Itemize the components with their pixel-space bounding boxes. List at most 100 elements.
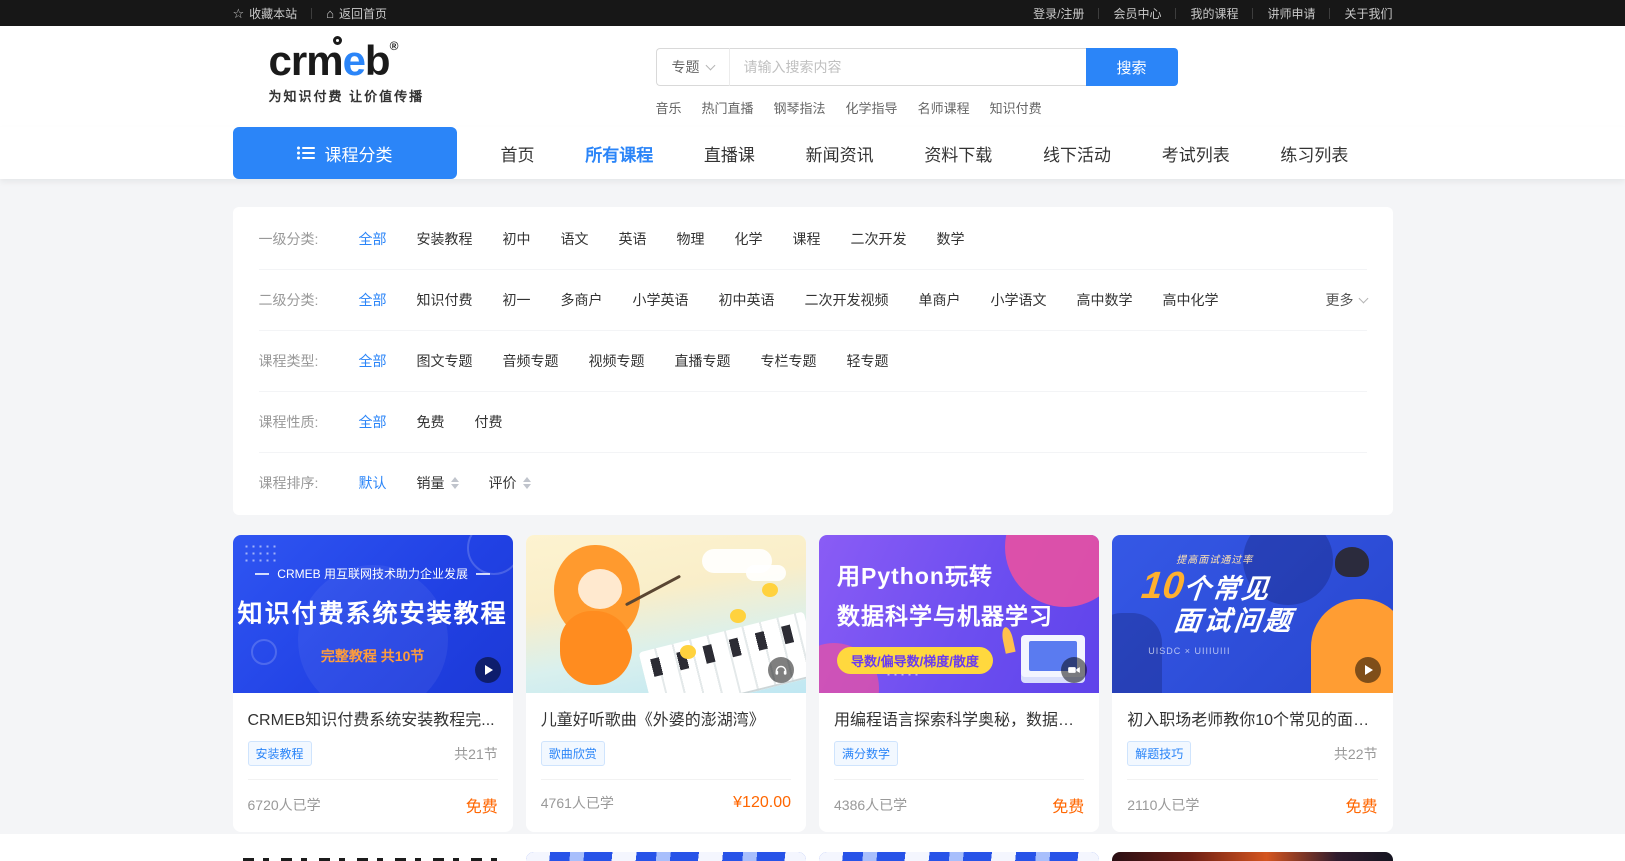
filter-option[interactable]: 轻专题 xyxy=(847,351,889,371)
course-category-label: 课程分类 xyxy=(325,141,393,166)
lecturer-apply-link[interactable]: 讲师申请 xyxy=(1267,5,1315,22)
course-tag[interactable]: 安装教程 xyxy=(248,741,312,766)
course-tag[interactable]: 解题技巧 xyxy=(1127,741,1191,766)
more-button[interactable]: 更多 xyxy=(1326,290,1367,310)
search-category-select[interactable]: 专题 xyxy=(656,48,730,86)
filter-option[interactable]: 音频专题 xyxy=(503,351,559,371)
partial-course-card[interactable] xyxy=(819,852,1099,861)
search-button[interactable]: 搜索 xyxy=(1086,48,1178,86)
filter-option[interactable]: 物理 xyxy=(677,229,705,249)
course-card-python-data-science[interactable]: 用Python玩转 数据科学与机器学习 导数/偏导数/梯度/散度 用编程语言探索… xyxy=(819,535,1099,832)
filter-option[interactable]: 专栏专题 xyxy=(761,351,817,371)
course-banner: CRMEB 用互联网技术助力企业发展 知识付费系统安装教程 完整教程 共10节 xyxy=(233,535,513,693)
chick-decoration xyxy=(762,583,778,597)
filter-row-course-type: 课程类型: 全部 图文专题 音频专题 视频专题 直播专题 专栏专题 轻专题 xyxy=(259,331,1367,392)
filter-option[interactable]: 高中数学 xyxy=(1077,290,1133,310)
my-courses-link[interactable]: 我的课程 xyxy=(1190,5,1238,22)
filter-option[interactable]: 全部 xyxy=(359,290,387,310)
course-card-crmeb-install[interactable]: CRMEB 用互联网技术助力企业发展 知识付费系统安装教程 完整教程 共10节 … xyxy=(233,535,513,832)
filter-label: 课程性质: xyxy=(259,412,337,432)
filter-option[interactable]: 单商户 xyxy=(919,290,961,310)
filter-option[interactable]: 二次开发 xyxy=(851,229,907,249)
filter-option[interactable]: 免费 xyxy=(417,412,445,432)
back-home-link[interactable]: ⌂ 返回首页 xyxy=(326,5,387,22)
banner-title-line1: 用Python玩转 xyxy=(837,557,1099,591)
hot-tag-live[interactable]: 热门直播 xyxy=(702,98,754,117)
video-icon[interactable] xyxy=(1061,657,1087,683)
nav-item-live[interactable]: 直播课 xyxy=(704,141,755,166)
course-card-children-song[interactable]: 儿童好听歌曲《外婆的澎湖湾》 歌曲欣赏 4761人已学 ¥120.00 xyxy=(526,535,806,832)
filter-row-course-nature: 课程性质: 全部 免费 付费 xyxy=(259,392,1367,453)
member-center-link[interactable]: 会员中心 xyxy=(1113,5,1161,22)
filter-option[interactable]: 小学语文 xyxy=(991,290,1047,310)
banner-ribbon-text: 提高面试通过率 xyxy=(1176,551,1392,566)
hot-tag-chemistry[interactable]: 化学指导 xyxy=(846,98,898,117)
search-input[interactable] xyxy=(730,48,1086,86)
filter-option[interactable]: 化学 xyxy=(735,229,763,249)
sort-sales[interactable]: 销量 xyxy=(417,473,459,493)
nav-item-downloads[interactable]: 资料下载 xyxy=(924,141,992,166)
partial-course-card[interactable] xyxy=(526,852,806,861)
play-button-icon[interactable] xyxy=(475,657,501,683)
filter-option[interactable]: 付费 xyxy=(475,412,503,432)
child-character-decoration xyxy=(578,569,622,609)
filter-option[interactable]: 知识付费 xyxy=(417,290,473,310)
filter-option[interactable]: 课程 xyxy=(793,229,821,249)
course-price: 免费 xyxy=(466,793,498,817)
nav-item-offline[interactable]: 线下活动 xyxy=(1043,141,1111,166)
filter-option[interactable]: 数学 xyxy=(937,229,965,249)
course-banner xyxy=(526,535,806,693)
filter-option[interactable]: 语文 xyxy=(561,229,589,249)
partial-course-card[interactable] xyxy=(233,852,513,861)
headphone-icon[interactable] xyxy=(768,657,794,683)
course-banner: 提高面试通过率 10个常见面试问题 UISDC × UIIIUIII xyxy=(1112,535,1392,693)
topbar-divider xyxy=(1329,8,1330,19)
hot-tag-piano[interactable]: 钢琴指法 xyxy=(774,98,826,117)
filter-option[interactable]: 初一 xyxy=(503,290,531,310)
nav-item-all-courses[interactable]: 所有课程 xyxy=(585,141,653,166)
login-register-link[interactable]: 登录/注册 xyxy=(1033,5,1084,22)
sort-rating[interactable]: 评价 xyxy=(489,473,531,493)
filter-option[interactable]: 视频专题 xyxy=(589,351,645,371)
nav-item-practice[interactable]: 练习列表 xyxy=(1280,141,1348,166)
filter-option[interactable]: 安装教程 xyxy=(417,229,473,249)
filter-option[interactable]: 直播专题 xyxy=(675,351,731,371)
filter-option[interactable]: 初中英语 xyxy=(719,290,775,310)
filter-option[interactable]: 图文专题 xyxy=(417,351,473,371)
filter-option[interactable]: 高中化学 xyxy=(1163,290,1219,310)
hot-tag-teacher[interactable]: 名师课程 xyxy=(918,98,970,117)
topbar-account-links: 登录/注册 会员中心 我的课程 讲师申请 关于我们 xyxy=(1033,5,1392,22)
nav-item-exams[interactable]: 考试列表 xyxy=(1162,141,1230,166)
banner-top-text: CRMEB 用互联网技术助力企业发展 xyxy=(233,565,513,582)
filter-option[interactable]: 全部 xyxy=(359,412,387,432)
about-us-link[interactable]: 关于我们 xyxy=(1344,5,1392,22)
favorite-site-label: 收藏本站 xyxy=(249,5,297,22)
nav-item-home[interactable]: 首页 xyxy=(501,141,535,166)
site-logo[interactable]: crmeb® 为知识付费 让价值传播 xyxy=(269,38,444,105)
filter-option[interactable]: 小学英语 xyxy=(633,290,689,310)
course-tag[interactable]: 满分数学 xyxy=(834,741,898,766)
course-title: 初入职场老师教你10个常见的面试... xyxy=(1127,706,1377,730)
home-icon: ⌂ xyxy=(326,7,334,20)
sort-default[interactable]: 默认 xyxy=(359,473,387,493)
nav-item-news[interactable]: 新闻资讯 xyxy=(806,141,874,166)
filter-option[interactable]: 二次开发视频 xyxy=(805,290,889,310)
hot-tag-music[interactable]: 音乐 xyxy=(656,98,682,117)
filter-option[interactable]: 英语 xyxy=(619,229,647,249)
course-banner: 用Python玩转 数据科学与机器学习 导数/偏导数/梯度/散度 xyxy=(819,535,1099,693)
play-button-icon[interactable] xyxy=(1355,657,1381,683)
filter-option[interactable]: 全部 xyxy=(359,229,387,249)
logo-ring-decoration xyxy=(333,36,342,45)
topbar-divider xyxy=(311,8,312,19)
course-tag[interactable]: 歌曲欣赏 xyxy=(541,741,605,766)
course-card-grid-row2 xyxy=(233,852,1393,861)
site-header: crmeb® 为知识付费 让价值传播 专题 搜索 音乐 热门直播 钢琴指法 化学… xyxy=(0,26,1625,127)
hot-tag-knowledge[interactable]: 知识付费 xyxy=(990,98,1042,117)
favorite-site-link[interactable]: ☆ 收藏本站 xyxy=(233,5,298,22)
filter-option[interactable]: 多商户 xyxy=(561,290,603,310)
course-category-button[interactable]: 课程分类 xyxy=(233,127,457,179)
course-card-interview-questions[interactable]: 提高面试通过率 10个常见面试问题 UISDC × UIIIUIII 初入职场老… xyxy=(1112,535,1392,832)
filter-option[interactable]: 全部 xyxy=(359,351,387,371)
filter-option[interactable]: 初中 xyxy=(503,229,531,249)
partial-course-card[interactable] xyxy=(1112,852,1392,861)
